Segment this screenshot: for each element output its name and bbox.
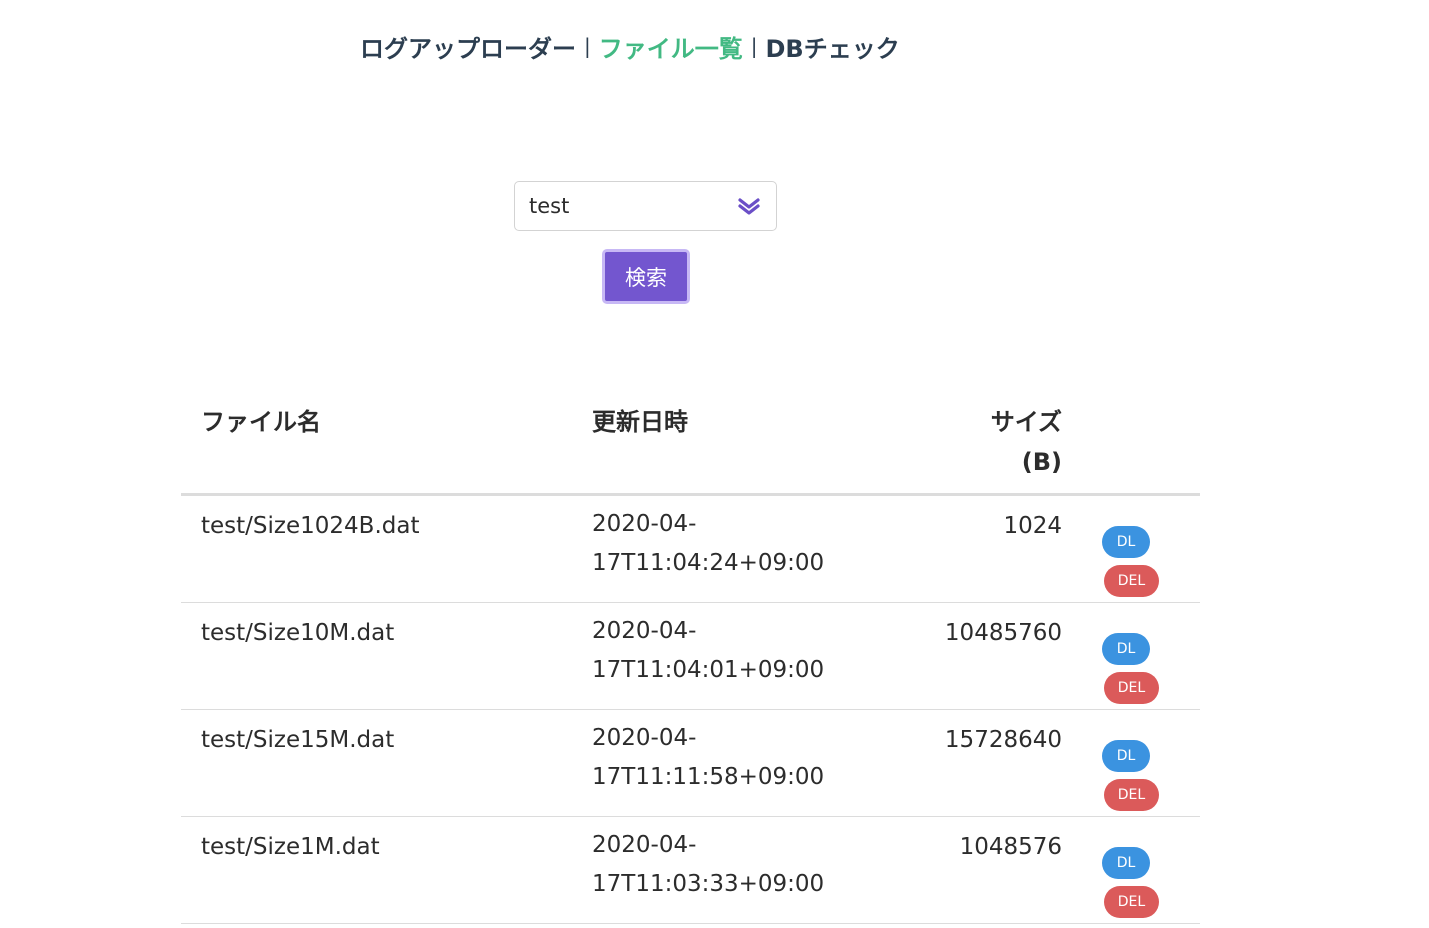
folder-select-value: test xyxy=(529,194,570,218)
nav-db-check[interactable]: DBチェック xyxy=(766,29,900,64)
updated-at-line2: 17T11:04:24+09:00 xyxy=(592,550,825,576)
delete-button[interactable]: DEL xyxy=(1104,779,1159,811)
download-button[interactable]: DL xyxy=(1102,526,1150,558)
updated-at-line1: 2020-04- xyxy=(592,618,697,644)
delete-button[interactable]: DEL xyxy=(1104,886,1159,918)
download-button[interactable]: DL xyxy=(1102,633,1150,665)
file-size: 1048576 xyxy=(959,834,1062,860)
updated-at-line1: 2020-04- xyxy=(592,511,697,537)
updated-at-line1: 2020-04- xyxy=(592,832,697,858)
header-file-name: ファイル名 xyxy=(201,408,321,436)
download-button[interactable]: DL xyxy=(1102,740,1150,772)
file-name: test/Size1M.dat xyxy=(201,834,380,860)
updated-at: 2020-04- 17T11:11:58+09:00 xyxy=(592,719,824,797)
header-size-label: サイズ xyxy=(990,408,1062,436)
nav-log-uploader[interactable]: ログアップローダー xyxy=(360,29,576,64)
file-size: 15728640 xyxy=(944,727,1062,753)
updated-at: 2020-04- 17T11:03:33+09:00 xyxy=(592,826,824,904)
updated-at: 2020-04- 17T11:04:01+09:00 xyxy=(592,612,824,690)
updated-at-line2: 17T11:11:58+09:00 xyxy=(592,764,825,790)
table-row: test/Size1M.dat 2020-04- 17T11:03:33+09:… xyxy=(181,817,1200,924)
header-updated-at: 更新日時 xyxy=(592,408,688,436)
file-name: test/Size10M.dat xyxy=(201,620,395,646)
header-size: サイズ (B) xyxy=(991,402,1062,482)
double-chevron-down-icon xyxy=(736,196,762,216)
updated-at-line2: 17T11:03:33+09:00 xyxy=(592,871,825,897)
nav-separator: | xyxy=(584,34,591,58)
search-button[interactable]: 検索 xyxy=(602,249,690,304)
table-header: ファイル名 更新日時 サイズ (B) xyxy=(181,390,1200,496)
folder-select[interactable]: test xyxy=(514,181,777,231)
file-size: 1024 xyxy=(1003,513,1062,539)
header-size-unit: (B) xyxy=(1021,448,1062,476)
table-row: test/Size10M.dat 2020-04- 17T11:04:01+09… xyxy=(181,603,1200,710)
table-row: test/Size15M.dat 2020-04- 17T11:11:58+09… xyxy=(181,710,1200,817)
delete-button[interactable]: DEL xyxy=(1104,565,1159,597)
top-nav: ログアップローダー | ファイル一覧 | DBチェック xyxy=(360,28,900,64)
file-name: test/Size15M.dat xyxy=(201,727,395,753)
delete-button[interactable]: DEL xyxy=(1104,672,1159,704)
page: ログアップローダー | ファイル一覧 | DBチェック test 検索 ファイル… xyxy=(0,0,1429,928)
download-button[interactable]: DL xyxy=(1102,847,1150,879)
nav-file-list[interactable]: ファイル一覧 xyxy=(599,29,743,64)
file-name: test/Size1024B.dat xyxy=(201,513,420,539)
file-size: 10485760 xyxy=(944,620,1062,646)
updated-at-line1: 2020-04- xyxy=(592,725,697,751)
file-table: ファイル名 更新日時 サイズ (B) test/Size1024B.dat 20… xyxy=(181,390,1200,924)
table-row: test/Size1024B.dat 2020-04- 17T11:04:24+… xyxy=(181,496,1200,603)
updated-at: 2020-04- 17T11:04:24+09:00 xyxy=(592,505,824,583)
nav-separator: | xyxy=(750,34,758,58)
updated-at-line2: 17T11:04:01+09:00 xyxy=(592,657,825,683)
